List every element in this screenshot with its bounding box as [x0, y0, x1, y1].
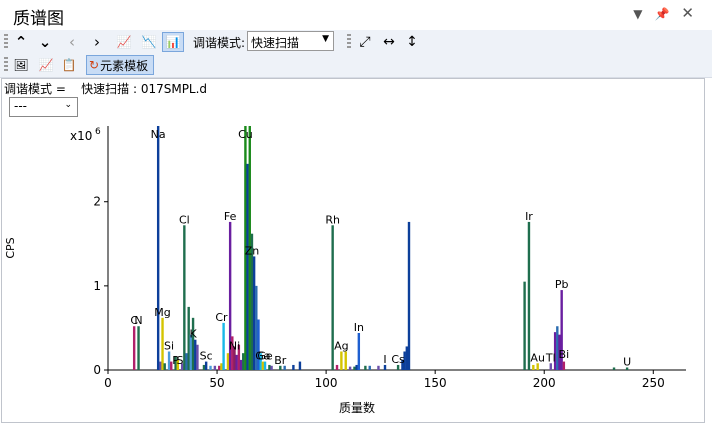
element-label: U	[623, 355, 631, 368]
element-label: N	[134, 314, 142, 327]
element-label: Au	[530, 351, 545, 364]
spectrum-bar	[532, 364, 535, 370]
spectrum-bar	[204, 361, 208, 370]
spectrum-bar	[364, 365, 367, 370]
spectrum-bar	[235, 354, 238, 370]
spectrum-bar	[340, 351, 343, 370]
spectrum-bar	[220, 363, 223, 370]
spectrum-bar	[159, 361, 162, 370]
element-label: Ni	[229, 339, 240, 352]
element-label: Na	[151, 128, 166, 141]
spectrum-bar	[132, 326, 136, 370]
spectrum-bar	[263, 361, 267, 370]
element-label: Br	[274, 354, 287, 367]
element-label: Ge	[257, 350, 273, 363]
y-scale-label: x10	[70, 129, 92, 143]
y-tick-label: 0	[93, 363, 101, 377]
element-label: Pb	[555, 278, 569, 291]
element-label: Cs	[391, 353, 405, 366]
spectrum-bar	[185, 353, 188, 370]
x-axis-label: 质量数	[339, 400, 375, 415]
element-label: S	[176, 354, 183, 367]
spectrum-bar	[242, 353, 245, 370]
spectrum-bar	[377, 365, 380, 370]
spectrum-bar	[270, 365, 273, 370]
spectrum-bar	[213, 365, 217, 370]
spectrum-bar	[194, 339, 197, 370]
spectrum-bar	[163, 363, 166, 370]
element-label: Cl	[179, 213, 190, 226]
spectrum-bar	[335, 364, 339, 370]
element-label: I	[383, 353, 386, 366]
spectrum-bar	[167, 351, 171, 370]
spectrum-bar	[357, 332, 361, 370]
spectrum-bar	[405, 346, 409, 370]
element-label: Cr	[215, 311, 228, 324]
element-label: Mg	[154, 306, 170, 319]
x-tick-label: 150	[424, 376, 447, 390]
spectrum-bar	[226, 353, 230, 370]
x-tick-label: 200	[533, 376, 556, 390]
element-label: Fe	[224, 210, 237, 223]
element-label: Tl	[545, 351, 556, 364]
element-label: Sc	[200, 350, 213, 363]
y-axis-label: CPS	[4, 237, 17, 258]
spectrum-bar	[292, 364, 295, 370]
spectrum-bar	[218, 365, 221, 370]
y-tick-label: 1	[93, 279, 101, 293]
x-tick-label: 250	[642, 376, 665, 390]
element-label: Ag	[334, 339, 349, 352]
element-label: Bi	[559, 348, 570, 361]
spectrum-bar	[268, 364, 271, 370]
element-label: Ir	[525, 210, 533, 223]
spectrum-bar	[239, 359, 243, 370]
spectrum-bar	[137, 326, 140, 370]
spectrum-bar	[562, 361, 566, 370]
spectrum-bar	[196, 344, 199, 370]
spectrum-bar	[261, 361, 265, 370]
spectrum-bar	[156, 126, 160, 370]
x-tick-label: 100	[315, 376, 338, 390]
spectrum-bar	[368, 365, 371, 370]
spectrum-bar	[348, 366, 352, 370]
spectrum-bar	[355, 364, 358, 370]
spectrum-bar	[298, 361, 302, 370]
spectrum-bar	[209, 365, 212, 370]
y-scale-exponent: 6	[95, 127, 101, 137]
x-tick-label: 50	[209, 376, 224, 390]
spectrum-bar	[344, 351, 347, 370]
spectrum-bar	[246, 163, 249, 370]
mass-spectrum-chart[interactable]: 0120 50 100 150 200 250x10 6质量数CPSCNNaMgSiPSCl…	[0, 0, 712, 425]
spectrum-bar	[523, 281, 526, 370]
element-label: Si	[164, 339, 174, 352]
element-label: K	[189, 328, 197, 341]
element-label: Zn	[245, 244, 260, 257]
y-tick-label: 2	[93, 195, 101, 209]
spectrum-bar	[183, 225, 186, 370]
element-label: Rh	[325, 213, 340, 226]
spectrum-bar	[407, 221, 411, 370]
spectrum-bar	[612, 367, 616, 370]
spectrum-bar	[222, 322, 225, 370]
spectrum-bar	[202, 364, 206, 370]
element-label: Cu	[238, 128, 253, 141]
element-label: In	[354, 321, 364, 334]
spectrum-bar	[527, 221, 531, 370]
spectrum-bar	[353, 366, 356, 370]
x-tick-label: 0	[104, 376, 112, 390]
spectrum-bar	[191, 317, 195, 370]
